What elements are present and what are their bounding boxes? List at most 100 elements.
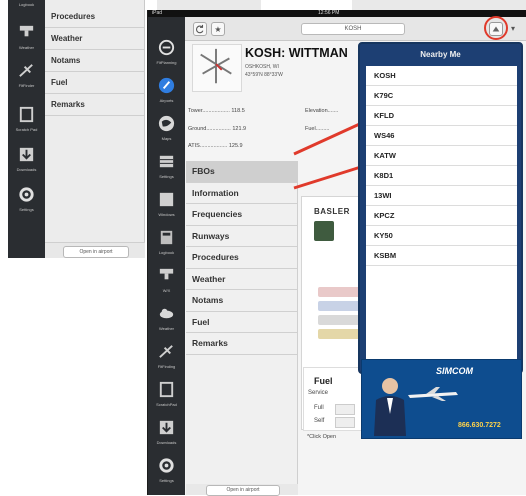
nearby-popover: Nearby Me KOSH K79C KFLD WS46 KATW K8D1 … <box>358 42 523 374</box>
menu-item-notams[interactable]: Notams <box>186 290 297 312</box>
carrier-label: iPad <box>152 10 163 16</box>
sidebar-item-weather[interactable]: Weather <box>148 299 185 339</box>
favorite-button[interactable]: ★ <box>211 22 225 36</box>
nearby-list: KOSH K79C KFLD WS46 KATW K8D1 13WI KPCZ … <box>366 66 517 360</box>
flight-plan-icon <box>19 64 33 77</box>
simcom-logo: SIMCOM <box>436 366 473 376</box>
menu-item-frequencies[interactable]: Frequencies <box>186 204 297 226</box>
person-photo <box>374 378 406 436</box>
gear-icon <box>159 458 174 473</box>
back-sidebar-item-fltfinder[interactable]: FltFinder <box>8 56 45 96</box>
airport-search-field[interactable]: KOSH <box>301 23 405 35</box>
sidebar-item-windows[interactable]: Windows <box>148 185 185 225</box>
menu-item-procedures[interactable]: Procedures <box>186 247 297 269</box>
sidebar-item-fltfinding[interactable]: FltFinding <box>148 337 185 377</box>
back-menu-item-notams[interactable]: Notams <box>45 50 144 72</box>
tower-frequency: Tower.................. 118.5 <box>188 108 245 114</box>
nearby-item-k79c[interactable]: K79C <box>366 86 517 106</box>
fuel-title: Fuel <box>314 376 333 386</box>
flightplan-icon <box>158 39 175 56</box>
atis-frequency: ATIS.................. 125.9 <box>188 143 243 149</box>
fuel-self-label: Self <box>314 418 325 424</box>
nearby-item-k8d1[interactable]: K8D1 <box>366 166 517 186</box>
open-in-airport-button[interactable]: Open in airport <box>206 485 280 496</box>
back-sidebar-item-weather[interactable]: Weather <box>8 18 45 58</box>
fuel-panel: Fuel Service Full Self <box>303 367 365 431</box>
toolbar-more-button[interactable]: ▾ <box>507 22 519 36</box>
nearby-item-kpcz[interactable]: KPCZ <box>366 206 517 226</box>
sidebar-item-settings[interactable]: Settings <box>148 451 185 491</box>
download-icon <box>159 420 174 435</box>
ad-phone-number: 866.630.7272 <box>458 422 501 429</box>
back-menu-item-fuel[interactable]: Fuel <box>45 72 144 94</box>
back-menu-item-remarks[interactable]: Remarks <box>45 94 144 116</box>
back-section-menu: Procedures Weather Notams Fuel Remarks <box>45 0 145 258</box>
fuel-full-label: Full <box>314 405 324 411</box>
front-footer: Open in airport <box>186 484 298 496</box>
back-footer: Open in airport <box>45 242 145 258</box>
menu-item-runways[interactable]: Runways <box>186 226 297 247</box>
nearby-item-ksbm[interactable]: KSBM <box>366 246 517 266</box>
runway-diagram-icon <box>200 48 232 84</box>
menu-item-weather[interactable]: Weather <box>186 269 297 290</box>
airport-header: KOSH: WITTMAN OSHKOSH, WI 43°59'N 88°33'… <box>186 42 366 102</box>
maps-icon <box>158 115 175 132</box>
nearby-item-kfld[interactable]: KFLD <box>366 106 517 126</box>
back-sidebar-item-settings[interactable]: Settings <box>8 180 45 220</box>
fbo-note: *Click Open <box>307 434 337 440</box>
cloud-icon <box>159 308 174 319</box>
airports-icon <box>158 77 175 94</box>
menu-item-fuel[interactable]: Fuel <box>186 312 297 333</box>
back-sidebar-item-downloads[interactable]: Downloads <box>8 140 45 180</box>
back-menu-item-procedures[interactable]: Procedures <box>45 6 144 28</box>
sidebar-item-airports[interactable]: Airports <box>148 71 185 111</box>
airport-location: OSHKOSH, WI <box>245 64 279 70</box>
fbo-name: BASLER <box>314 207 350 216</box>
sidebar-item-scratchpad[interactable]: ScratchPad <box>148 375 185 415</box>
plane-icon <box>159 345 173 358</box>
popover-title: Nearby Me <box>420 50 461 59</box>
menu-item-remarks[interactable]: Remarks <box>186 333 297 355</box>
nearby-item-katw[interactable]: KATW <box>366 146 517 166</box>
simcom-ad-banner[interactable]: SIMCOM 866.630.7272 <box>361 359 522 439</box>
charts-icon <box>159 155 174 168</box>
sidebar-item-downloads[interactable]: Downloads <box>148 413 185 453</box>
sidebar-item-charts[interactable]: Settings <box>148 147 185 187</box>
nearby-item-ws46[interactable]: WS46 <box>366 126 517 146</box>
sidebar-item-fltplanning[interactable]: FltPlanning <box>148 33 185 73</box>
nearby-item-ky50[interactable]: KY50 <box>366 226 517 246</box>
airport-title: KOSH: WITTMAN <box>245 46 348 60</box>
airport-coordinates: 43°59'N 88°33'W <box>245 72 283 78</box>
sidebar-item-wx[interactable]: W/X <box>148 261 185 301</box>
fbo-logo <box>314 221 334 241</box>
menu-item-fbos[interactable]: FBOs <box>186 161 297 183</box>
refresh-button[interactable] <box>193 22 207 36</box>
gear-icon <box>19 187 34 202</box>
back-sidebar: Logbook Weather FltFinder Scratch Pad Do… <box>8 0 45 258</box>
weather-icon <box>19 25 34 37</box>
fuel-full-value <box>335 404 355 415</box>
nearby-item-13wi[interactable]: 13WI <box>366 186 517 206</box>
nearby-item-kosh[interactable]: KOSH <box>366 66 517 86</box>
window-icon <box>159 192 174 207</box>
toolbar: ★ KOSH ▾ <box>185 17 526 41</box>
section-menu: FBOs Information Frequencies Runways Pro… <box>186 161 298 486</box>
back-menu-item-weather[interactable]: Weather <box>45 28 144 50</box>
refresh-icon <box>196 24 204 34</box>
chevron-down-icon: ▾ <box>510 24 515 33</box>
document-icon <box>19 106 34 123</box>
logbook-icon <box>160 230 173 245</box>
back-sidebar-item-scratchpad[interactable]: Scratch Pad <box>8 100 45 140</box>
back-open-in-airport-button[interactable]: Open in airport <box>63 246 129 258</box>
annotation-arrow <box>293 120 365 156</box>
scratchpad-icon <box>159 381 174 398</box>
airplane-image <box>408 387 458 401</box>
download-icon <box>19 147 34 162</box>
sidebar-item-logbook[interactable]: Logbook <box>148 223 185 263</box>
sidebar-item-maps[interactable]: Maps <box>148 109 185 149</box>
ground-frequency: Ground................ 121.9 <box>188 126 247 132</box>
menu-item-information[interactable]: Information <box>186 183 297 204</box>
star-icon: ★ <box>214 25 222 34</box>
airport-diagram[interactable] <box>192 44 242 92</box>
annotation-arrow <box>293 164 365 190</box>
